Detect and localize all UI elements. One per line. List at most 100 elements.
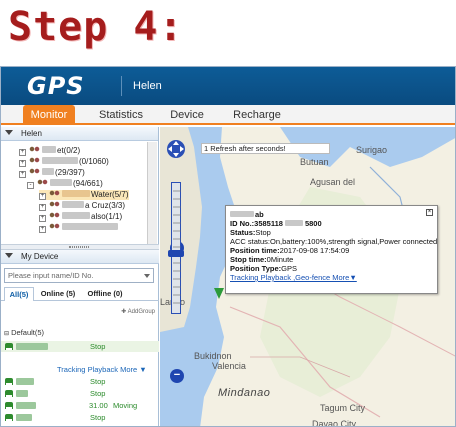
status-value: Stop [255,228,271,237]
step-caption: Step 4: [8,4,184,50]
tree-title: Helen [21,129,42,138]
popup-stop-time: Stop time:0Minute [230,255,293,264]
expand-icon[interactable]: + [39,215,46,222]
stop-time-value: 0Minute [266,255,294,264]
tree-node-label: et(0/2) [57,146,81,155]
zoom-ticks [173,190,181,304]
expand-icon[interactable]: + [39,193,46,200]
redacted-name [42,168,54,175]
expand-group-icon[interactable]: ⊟ [4,331,9,337]
group-icon [49,223,60,230]
tree-node-label: (94/661) [73,179,103,188]
refresh-notice: 1 Refresh after seconds! [201,143,330,154]
redacted-device-name [16,390,28,397]
tree-node[interactable]: - (94/661) [27,179,103,189]
my-device-header[interactable]: My Device [1,250,159,264]
close-icon[interactable]: × [426,209,433,216]
tree-node-label: (29/397) [55,168,85,177]
pan-control-icon[interactable] [167,140,185,158]
tree-node-selected[interactable]: + Water(5/7) [39,190,129,200]
group-icon [49,212,60,219]
vehicle-icon [5,414,13,421]
collapse-icon[interactable] [5,253,13,258]
popup-position-type: Position Type:GPS [230,264,297,273]
tree-node-label: a Cruz(3/3) [85,201,126,210]
expand-icon[interactable]: + [39,226,46,233]
tab-all[interactable]: All(5) [4,287,34,301]
device-row[interactable]: Stop [1,376,159,387]
device-row[interactable]: Stop [1,412,159,423]
tree-node[interactable]: + et(0/2) [19,146,80,156]
redacted-name [42,157,78,164]
group-icon [37,179,48,186]
vehicle-icon [5,402,13,409]
zoom-slider-handle[interactable] [168,250,184,257]
expand-icon[interactable]: + [19,160,26,167]
map-label: Valencia [212,361,246,371]
tab-statistics[interactable]: Statistics [95,105,147,125]
my-device-title: My Device [21,252,59,261]
device-tree: + et(0/2) + (0/1060) + (29/397) - (94/661) +… [1,142,159,246]
map-label: Davao City [312,419,357,427]
tree-node[interactable]: + (29/397) [19,168,85,178]
group-icon [29,168,40,175]
zoom-slider-track[interactable] [171,182,181,314]
tab-device[interactable]: Device [165,105,209,125]
vehicle-marker-icon[interactable] [214,288,224,299]
header-divider [121,76,122,96]
tree-header[interactable]: Helen [1,127,158,141]
expand-icon[interactable]: + [19,171,26,178]
tree-vertical-scrollbar[interactable] [147,142,157,246]
pan-arrows-icon[interactable] [167,140,185,158]
tab-online[interactable]: Online (5) [37,287,79,301]
position-time-label: Position time: [230,246,280,255]
add-group-button[interactable]: ✚ AddGroup [121,308,155,315]
device-group[interactable]: ⊟ Default(5) [4,328,44,337]
tree-node-label: also(1/1) [91,212,123,221]
redacted-device-name [16,414,32,421]
redacted-id [284,220,303,226]
popup-device-name: ab [230,210,264,219]
device-search-select[interactable]: Please input name/ID No. [4,268,154,283]
device-speed: 31.00 [89,401,108,410]
chevron-down-icon[interactable] [144,274,150,278]
position-type-label: Position Type: [230,264,282,273]
tree-node[interactable]: + a Cruz(3/3) [39,201,125,211]
left-panel: Helen + et(0/2) + (0/1060) + (29/397) - (94/… [1,127,159,426]
vehicle-icon [5,378,13,385]
add-group-label: AddGroup [127,309,155,315]
popup-acc: ACC status:On,battery:100%,strength sign… [230,237,438,246]
collapse-node-icon[interactable]: - [27,182,34,189]
group-icon [49,201,60,208]
tree-node[interactable]: + [39,223,119,233]
expand-icon[interactable]: + [19,149,26,156]
redacted-name [50,179,72,186]
status-label: Status: [230,228,256,237]
map-label: Bukidnon [194,351,232,361]
tree-node[interactable]: + also(1/1) [39,212,122,222]
device-status: Stop [90,389,106,398]
splitter-grip-icon[interactable] [69,246,89,248]
device-action-links[interactable]: Tracking Playback More ▼ [57,365,147,374]
tab-offline[interactable]: Offline (0) [81,287,129,301]
tab-monitor[interactable]: Monitor [23,105,75,125]
map-label: Tagum City [320,403,366,413]
expand-icon[interactable]: + [39,204,46,211]
device-row[interactable]: Stop [1,341,159,352]
position-time-value: 2017-09-08 17:54:09 [279,246,350,255]
redacted-name [62,212,90,219]
main-nav: Monitor Statistics Device Recharge [1,105,455,125]
popup-id: ID No.:3585118 5800 [230,219,322,228]
tree-node[interactable]: + (0/1060) [19,157,109,167]
device-row[interactable]: 31.00 Moving [1,400,159,411]
popup-action-links[interactable]: Tracking Playback ,Geo-fence More▼ [230,273,357,282]
tab-recharge[interactable]: Recharge [227,105,287,125]
device-group-label: Default(5) [11,328,45,337]
map-label: Surigao [356,145,388,155]
device-row[interactable]: Stop [1,388,159,399]
zoom-out-button[interactable]: − [170,369,184,383]
redacted-device-name [16,378,34,385]
collapse-icon[interactable] [5,130,13,135]
popup-position-time: Position time:2017-09-08 17:54:09 [230,246,349,255]
vehicle-icon [5,343,13,350]
